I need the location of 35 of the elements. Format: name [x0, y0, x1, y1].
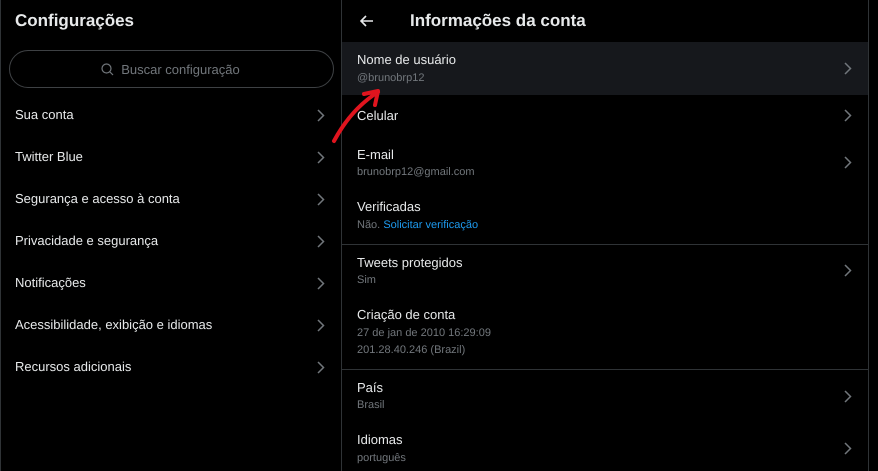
row-subtitle: brunobrp12@gmail.com: [357, 165, 475, 180]
search-field[interactable]: Buscar configuração: [9, 50, 334, 88]
row-title: Celular: [357, 106, 398, 125]
row-title: Verificadas: [357, 198, 422, 216]
row-title: Tweets protegidos: [357, 254, 463, 272]
row-title: E-mail: [357, 146, 395, 164]
row-subtitle: @brunobrp12: [357, 70, 426, 86]
menu-item[interactable]: Twitter Blue: [1, 136, 341, 178]
row-title: Nome de usuário: [357, 51, 456, 69]
settings-row[interactable]: Verificadas Não. Solicitar verificação: [342, 189, 868, 242]
row-title: Criação de conta: [357, 306, 456, 324]
menu-item[interactable]: Segurança e acesso à conta: [1, 178, 341, 220]
verification-link[interactable]: Solicitar verificação: [383, 218, 478, 231]
page-title: Informações da conta: [410, 10, 586, 32]
menu-item[interactable]: Sua conta: [1, 94, 341, 136]
menu-item[interactable]: Acessibilidade, exibição e idiomas: [1, 304, 341, 346]
settings-row[interactable]: Idiomas português: [342, 422, 868, 471]
settings-row[interactable]: E-mail brunobrp12@gmail.com: [342, 136, 868, 190]
row-subtitle: 201.28.40.246 (Brazil): [357, 342, 466, 358]
menu-item[interactable]: Recursos adicionais: [1, 346, 341, 388]
row-title: Idiomas: [357, 431, 404, 450]
row-subtitle: Brasil: [357, 398, 385, 414]
row-subtitle: Não.: [357, 218, 380, 231]
row-title: País: [357, 378, 384, 397]
row-subtitle: Sim: [357, 273, 377, 288]
settings-row[interactable]: Criação de conta 27 de jan de 2010 16:29:09 201.28.40.246 (Brazil): [342, 297, 868, 367]
row-subtitle: 27 de jan de 2010 16:29:09: [357, 326, 491, 341]
menu-item[interactable]: Privacidade e segurança: [1, 220, 341, 262]
page-title: Configurações: [15, 10, 134, 32]
settings-row[interactable]: País Brasil: [342, 370, 868, 422]
settings-row[interactable]: Celular: [342, 94, 868, 137]
settings-row[interactable]: Tweets protegidos Sim: [342, 244, 868, 298]
menu-item[interactable]: Notificações: [1, 262, 341, 304]
row-subtitle: português: [357, 450, 406, 466]
settings-row[interactable]: Nome de usuário @brunobrp12: [342, 42, 868, 95]
